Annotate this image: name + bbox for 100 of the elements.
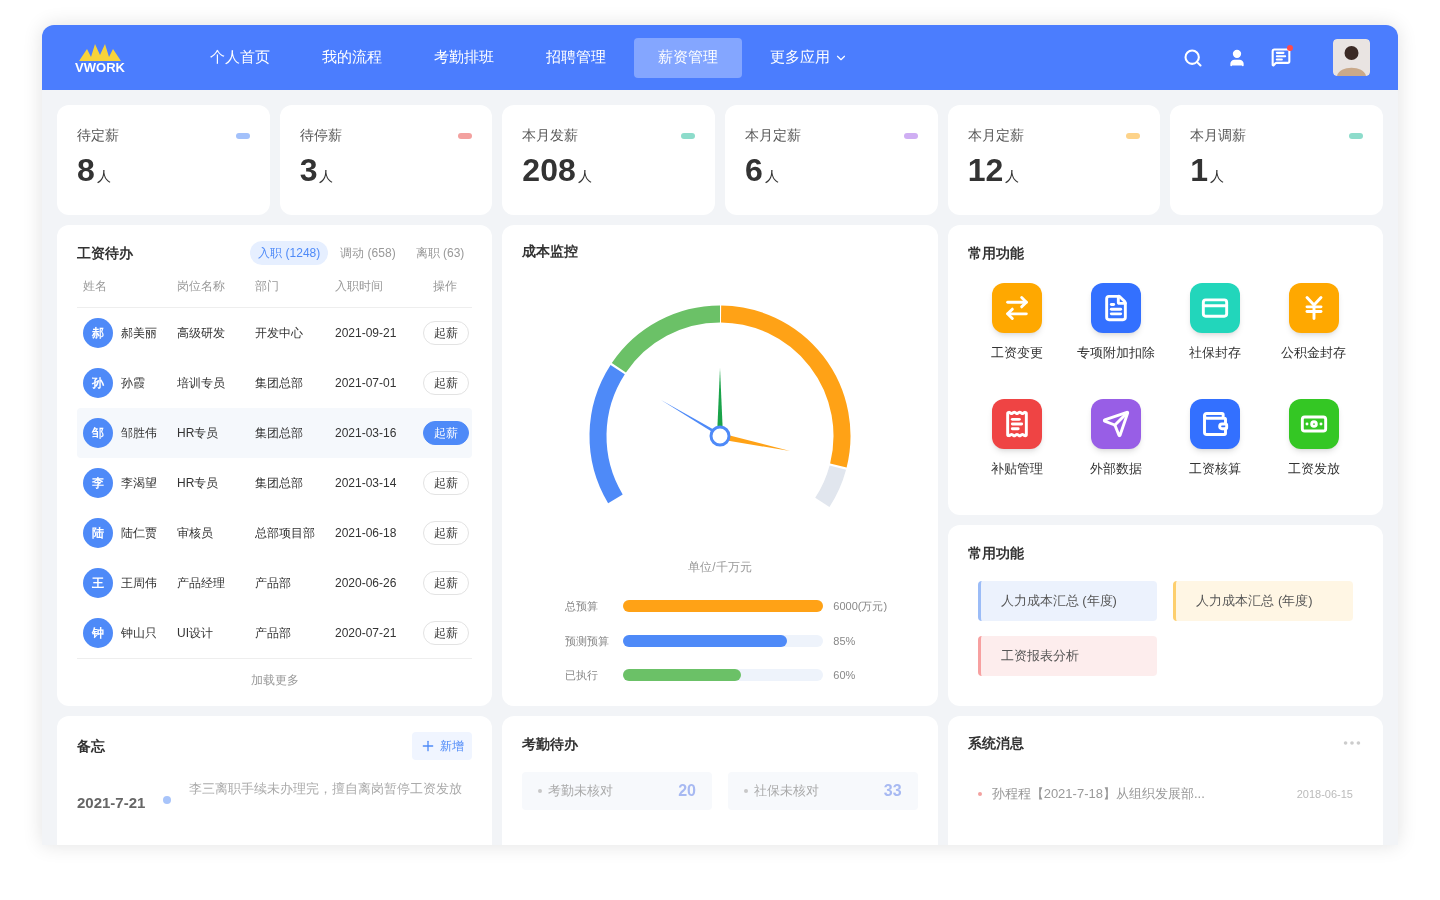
card-title: 备忘: [77, 736, 105, 756]
quick-link[interactable]: 工资报表分析: [977, 636, 1158, 676]
function-shortcut[interactable]: 社保封存: [1165, 283, 1265, 363]
card-title: 常用功能: [967, 545, 1024, 561]
stat-title: 待停薪: [299, 126, 342, 145]
table-cell-text: 高级研发: [177, 325, 226, 342]
avatar-initial: 李: [83, 468, 113, 498]
item-count: 33: [883, 781, 902, 801]
table-row[interactable]: 钟 钟山只 UI设计 产品部 2020-07-21 起薪: [77, 608, 473, 658]
column-header: 岗位名称: [177, 278, 226, 295]
table-cell-text: 培训专员: [177, 375, 226, 392]
avatar-initial: 王: [83, 568, 113, 598]
table-row[interactable]: 陆 陆仁贾 审核员 总部项目部 2021-06-18 起薪: [77, 508, 473, 558]
avatar-initial: 陆: [83, 518, 113, 548]
bar-label: 总预算: [565, 599, 600, 614]
table-cell-text: HR专员: [177, 425, 220, 442]
table-row[interactable]: 邹 邹胜伟 HR专员 集团总部 2021-03-16 起薪: [77, 408, 473, 458]
table-cell-text: 2021-09-21: [335, 325, 398, 342]
stat-value: 208: [522, 154, 576, 186]
avatar-initial: 钟: [83, 618, 113, 648]
stat-value: 3: [299, 154, 318, 186]
table-cell-text: 邹胜伟: [121, 425, 157, 442]
nav-tab[interactable]: 招聘管理: [522, 37, 630, 78]
function-shortcut[interactable]: 外部数据: [1066, 398, 1166, 478]
search-icon[interactable]: [1183, 47, 1203, 68]
memo-date: 2021-7-21: [77, 793, 147, 813]
column-header: 入职时间: [335, 278, 384, 295]
column-header: 操作: [431, 278, 458, 295]
table-cell-text: 2020-06-26: [335, 575, 398, 592]
stat-value: 12: [967, 154, 1004, 186]
quick-link[interactable]: 人力成本汇总 (年度): [977, 581, 1158, 621]
user-icon[interactable]: [1227, 47, 1247, 68]
card-title: 常用功能: [967, 245, 1024, 261]
table-cell-text: 李渴望: [121, 475, 157, 492]
table-cell-text: UI设计: [177, 625, 214, 642]
stat-title: 本月定薪: [745, 126, 801, 145]
table-cell-text: 集团总部: [255, 475, 304, 492]
table-row[interactable]: 郝 郝美丽 高级研发 开发中心 2021-09-21 起薪: [77, 308, 473, 358]
table-cell-text: 审核员: [177, 525, 214, 542]
function-shortcut[interactable]: 补贴管理: [967, 398, 1067, 478]
table-cell-text: 产品经理: [177, 575, 226, 592]
table-cell-text: 陆仁贾: [121, 525, 157, 542]
card-title: 成本监控: [522, 242, 580, 261]
nav-tab[interactable]: 个人首页: [186, 37, 294, 78]
stat-value: 6: [745, 154, 763, 186]
stat-title: 待定薪: [77, 126, 119, 145]
stat-value: 8: [77, 154, 95, 186]
bar-reading: 6000(万元): [833, 599, 888, 614]
column-header: 部门: [255, 278, 280, 295]
function-shortcut[interactable]: 工资核算: [1165, 398, 1265, 478]
function-shortcut[interactable]: 工资发放: [1264, 398, 1363, 478]
card-title: 考勤待办: [522, 736, 579, 752]
stat-title: 本月调薪: [1190, 126, 1247, 145]
nav-tab[interactable]: 考勤排班: [410, 37, 518, 78]
stat-unit: 人: [1005, 167, 1020, 186]
item-label: 考勤未核对: [548, 782, 614, 801]
nav-tab[interactable]: 更多应用: [746, 37, 872, 78]
table-row[interactable]: 王 王周伟 产品经理 产品部 2020-06-26 起薪: [77, 558, 473, 608]
nav-tab[interactable]: 我的流程: [298, 37, 406, 78]
table-cell-text: 集团总部: [255, 375, 304, 392]
avatar-icon[interactable]: [1333, 39, 1370, 76]
stat-unit: 人: [577, 167, 592, 186]
column-header: 姓名: [83, 278, 108, 295]
avatar-initial: 郝: [83, 318, 113, 348]
message-date: 2018-06-15: [1296, 786, 1353, 802]
avatar-initial: 孙: [83, 368, 113, 398]
stat-value: 1: [1190, 154, 1209, 186]
quick-link[interactable]: 人力成本汇总 (年度): [1173, 581, 1353, 621]
table-cell-text: 王周伟: [121, 575, 157, 592]
table-cell-text: 2020-07-21: [335, 625, 398, 642]
function-shortcut[interactable]: 工资变更: [967, 283, 1067, 363]
stat-title: 本月定薪: [967, 126, 1024, 145]
stat-title: 本月发薪: [522, 126, 579, 145]
stat-unit: 人: [96, 167, 111, 186]
table-row[interactable]: 李 李渴望 HR专员 集团总部 2021-03-14 起薪: [77, 458, 473, 508]
card-title: 工资待办: [77, 243, 133, 263]
item-label: 社保未核对: [754, 782, 819, 801]
function-shortcut[interactable]: 公积金封存: [1264, 283, 1363, 363]
stat-unit: 人: [1210, 167, 1225, 186]
memo-text: 李三离职手续未办理完，擅自离岗暂停工资发放: [189, 780, 463, 798]
bar-label: 已执行: [565, 668, 600, 683]
message-icon[interactable]: [1271, 46, 1293, 69]
table-row[interactable]: 孙 孙霞 培训专员 集团总部 2021-07-01 起薪: [77, 358, 473, 408]
table-cell-text: 孙霞: [121, 375, 145, 392]
table-cell-text: 产品部: [255, 625, 292, 642]
unit-label: 单位/千万元: [688, 559, 752, 576]
bar-label: 预测预算: [565, 633, 611, 649]
table-cell-text: HR专员: [177, 475, 220, 492]
table-cell-text: 2021-06-18: [335, 525, 398, 542]
function-shortcut[interactable]: 专项附加扣除: [1066, 283, 1166, 363]
table-cell-text: 产品部: [255, 575, 292, 592]
table-cell-text: 总部项目部: [255, 525, 316, 542]
card-title: 系统消息: [967, 733, 1024, 753]
stat-unit: 人: [764, 167, 779, 186]
avatar-initial: 邹: [83, 418, 113, 448]
bar-reading: 60%: [833, 668, 856, 683]
table-cell-text: 2021-03-16: [335, 425, 398, 442]
table-cell-text: 集团总部: [255, 425, 304, 442]
table-cell-text: 开发中心: [255, 325, 304, 342]
stat-unit: 人: [319, 167, 334, 186]
